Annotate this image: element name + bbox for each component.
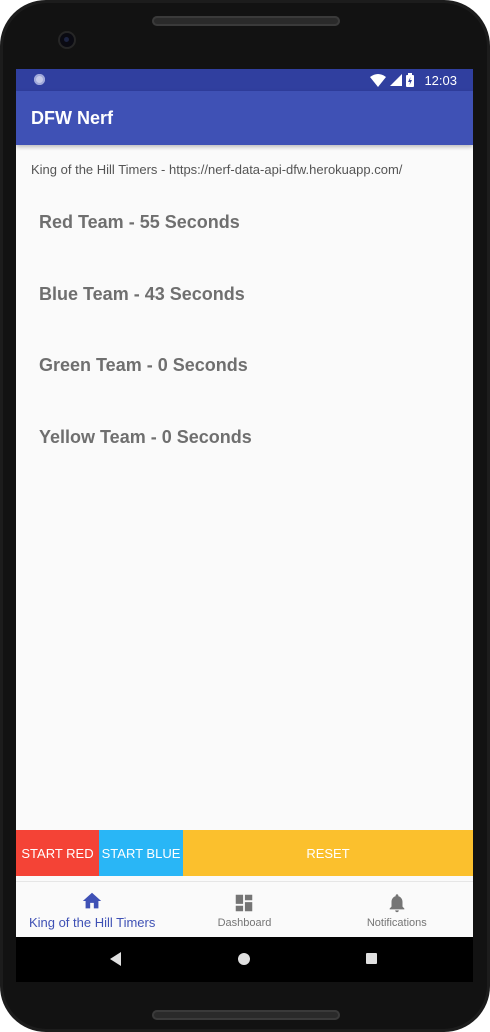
yellow-team-timer: Yellow Team - 0 Seconds [39, 427, 252, 447]
nav-label: King of the Hill Timers [28, 915, 156, 930]
nav-label: Dashboard [217, 916, 272, 929]
system-navigation-bar [16, 937, 473, 982]
page-subtitle: King of the Hill Timers - https://nerf-d… [31, 162, 403, 177]
back-icon[interactable] [110, 952, 122, 966]
app-title: DFW Nerf [31, 108, 113, 128]
control-buttons: START RED START BLUE RESET [16, 830, 473, 876]
nav-item-dashboard[interactable]: Dashboard [168, 882, 320, 938]
app-bar: DFW Nerf [16, 91, 473, 145]
start-red-button[interactable]: START RED [16, 830, 99, 876]
dashboard-icon [236, 894, 253, 911]
red-team-timer: Red Team - 55 Seconds [39, 212, 240, 232]
front-camera [60, 33, 74, 47]
bottom-navigation: King of the Hill Timers Dashboard Notifi… [16, 881, 473, 938]
bell-icon [389, 893, 405, 912]
status-indicators: 12:03 [370, 72, 457, 88]
battery-icon [406, 73, 415, 87]
home-button-icon[interactable] [238, 953, 250, 965]
nav-item-king-of-the-hill[interactable]: King of the Hill Timers [16, 882, 168, 938]
signal-icon [390, 74, 403, 86]
recents-icon[interactable] [366, 953, 377, 964]
wifi-icon [370, 73, 387, 87]
bottom-speaker [152, 1010, 340, 1020]
home-icon [82, 892, 102, 909]
status-time: 12:03 [424, 72, 457, 88]
reset-button[interactable]: RESET [183, 830, 473, 876]
earpiece-speaker [152, 16, 340, 26]
nav-item-notifications[interactable]: Notifications [321, 882, 473, 938]
nav-label: Notifications [366, 916, 427, 929]
start-blue-button[interactable]: START BLUE [99, 830, 183, 876]
app-screen: 12:03 DFW Nerf King of the Hill Timers -… [16, 69, 473, 982]
phone-frame: 12:03 DFW Nerf King of the Hill Timers -… [0, 0, 490, 1032]
green-team-timer: Green Team - 0 Seconds [39, 355, 248, 375]
notification-icon [34, 74, 45, 85]
blue-team-timer: Blue Team - 43 Seconds [39, 284, 245, 304]
status-bar: 12:03 [16, 69, 473, 91]
